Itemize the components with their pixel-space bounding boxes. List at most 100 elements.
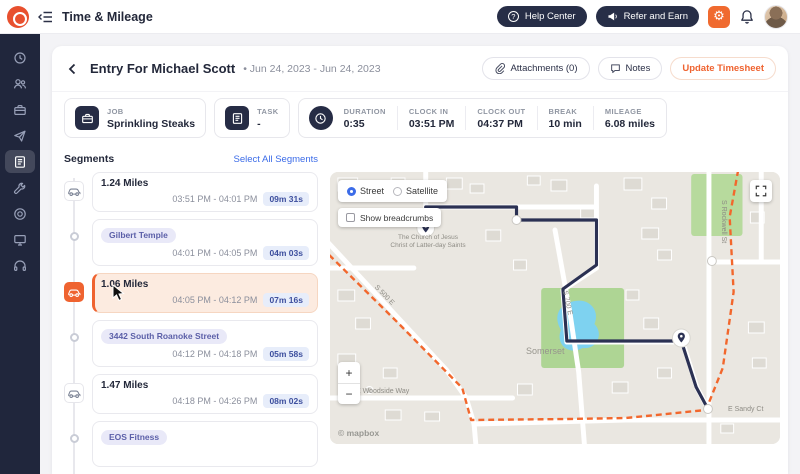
segment-card-drive-1[interactable]: 1.24 Miles 03:51 PM - 04:01 PM 09m 31s (92, 172, 318, 212)
segment-card-stop-1[interactable]: Gilbert Temple 04:01 PM - 04:05 PM 04m 0… (92, 219, 318, 266)
job-briefcase-icon (75, 106, 99, 130)
zoom-control: + − (338, 362, 360, 404)
sidebar-item-team[interactable] (5, 72, 35, 95)
update-timesheet-label: Update Timesheet (682, 63, 764, 74)
briefcase-icon (14, 104, 26, 115)
sidebar-item-support[interactable] (5, 254, 35, 277)
sidebar-item-time-mileage[interactable] (5, 150, 35, 173)
note-icon (610, 63, 621, 74)
zoom-in-button[interactable]: + (338, 362, 360, 383)
top-bar: Time & Mileage ? Help Center Refer and E… (0, 0, 800, 34)
content-row: 1.24 Miles 03:51 PM - 04:01 PM 09m 31s G… (64, 172, 780, 474)
segment-row: EOS Fitness (64, 421, 318, 467)
sidebar (0, 34, 40, 474)
route-node (511, 215, 522, 225)
task-label: TASK (257, 106, 279, 116)
settings-gear-button[interactable]: ⚙ (708, 5, 730, 28)
attachments-label: Attachments (0) (510, 63, 578, 74)
app-logo[interactable] (7, 5, 29, 28)
select-all-link[interactable]: Select All Segments (234, 154, 319, 165)
avatar[interactable] (764, 4, 788, 29)
sidebar-item-jobs[interactable] (5, 98, 35, 121)
sidebar-item-goals[interactable] (5, 202, 35, 225)
duration-badge: 07m 16s (263, 293, 309, 307)
layer-satellite-option[interactable]: Satellite (393, 186, 438, 196)
sidebar-item-devices[interactable] (5, 228, 35, 251)
location-pill: EOS Fitness (101, 429, 168, 445)
job-card: JOB Sprinkling Steaks (64, 98, 207, 138)
job-label: JOB (107, 106, 124, 116)
segment-row: 1.24 Miles 03:51 PM - 04:01 PM 09m 31s (64, 172, 318, 212)
zoom-out-button[interactable]: − (338, 383, 360, 404)
mapbox-attribution: © mapbox (338, 428, 380, 438)
show-breadcrumbs-toggle[interactable]: Show breadcrumbs (338, 208, 442, 227)
megaphone-icon (607, 11, 618, 22)
sidebar-item-announcements[interactable] (5, 124, 35, 147)
sidebar-item-time-clock[interactable] (5, 46, 35, 69)
target-icon (14, 207, 26, 220)
segment-time: 04:12 PM - 04:18 PM (172, 349, 258, 359)
attachments-button[interactable]: Attachments (0) (482, 57, 590, 80)
fullscreen-button[interactable] (750, 180, 772, 202)
segments-list: 1.24 Miles 03:51 PM - 04:01 PM 09m 31s G… (64, 172, 318, 474)
fullscreen-icon (755, 185, 767, 197)
duration-badge: 04m 03s (263, 246, 309, 260)
segment-card-stop-3[interactable]: EOS Fitness (92, 421, 318, 467)
page-header: Entry For Michael Scott • Jun 24, 2023 -… (52, 46, 788, 92)
summary-row: JOB Sprinkling Steaks TASK - DURATION 0:… (64, 98, 776, 138)
timesheet-icon (14, 155, 26, 168)
stat-clock-in: CLOCK IN 03:51 PM (408, 106, 455, 130)
paperclip-icon (494, 63, 506, 74)
app-title: Time & Mileage (62, 9, 153, 24)
map-layer-toggle: Street Satellite (338, 180, 448, 202)
segments-header: Segments Select All Segments (64, 153, 318, 165)
checkbox-icon (346, 213, 355, 222)
wrench-icon (14, 182, 26, 194)
stat-mileage: MILEAGE 6.08 miles (604, 106, 656, 130)
users-icon (14, 78, 26, 88)
main-panel: Entry For Michael Scott • Jun 24, 2023 -… (52, 46, 788, 474)
breadcrumbs-label: Show breadcrumbs (360, 212, 434, 223)
notes-label: Notes (625, 63, 651, 74)
refer-earn-button[interactable]: Refer and Earn (595, 6, 699, 27)
sidebar-toggle-icon[interactable] (38, 11, 53, 23)
stat-duration: DURATION 0:35 (343, 106, 386, 130)
task-card: TASK - (214, 98, 290, 138)
segment-row: 3442 South Roanoke Street 04:12 PM - 04:… (64, 320, 318, 367)
layer-street-option[interactable]: Street (347, 186, 384, 196)
stats-clock-icon (308, 106, 333, 130)
segment-time: 04:18 PM - 04:26 PM (172, 396, 258, 406)
segment-time: 04:01 PM - 04:05 PM (172, 248, 258, 258)
headset-icon (14, 259, 26, 271)
segment-card-drive-2-selected[interactable]: 1.06 Miles 04:05 PM - 04:12 PM 07m 16s (92, 273, 318, 313)
car-icon (64, 383, 84, 403)
gear-icon: ⚙ (713, 9, 725, 24)
car-icon-highlighted (64, 282, 84, 302)
segment-row: 1.06 Miles 04:05 PM - 04:12 PM 07m 16s (64, 273, 318, 313)
task-doc-icon (225, 106, 250, 130)
route-node (365, 386, 374, 394)
radio-selected-icon (347, 186, 356, 196)
page-title: Entry For Michael Scott (90, 61, 236, 76)
update-timesheet-button[interactable]: Update Timesheet (670, 57, 776, 80)
date-range: • Jun 24, 2023 - Jun 24, 2023 (243, 62, 381, 75)
map-canvas[interactable]: The Church of Jesus Christ of Latter-day… (330, 172, 780, 444)
notifications-bell-button[interactable] (739, 9, 755, 25)
segments-heading: Segments (64, 153, 115, 165)
sidebar-item-tools[interactable] (5, 176, 35, 199)
map-pin-end[interactable] (671, 328, 691, 348)
back-button[interactable] (64, 62, 82, 76)
job-value: Sprinkling Steaks (107, 117, 196, 130)
question-icon: ? (507, 11, 519, 22)
notes-button[interactable]: Notes (597, 57, 663, 80)
help-center-button[interactable]: ? Help Center (496, 6, 587, 27)
duration-badge: 05m 58s (263, 347, 309, 361)
stat-clock-out: CLOCK OUT 04:37 PM (477, 106, 526, 130)
segment-card-stop-2[interactable]: 3442 South Roanoke Street 04:12 PM - 04:… (92, 320, 318, 367)
segment-row: Gilbert Temple 04:01 PM - 04:05 PM 04m 0… (64, 219, 318, 266)
layer-satellite-label: Satellite (406, 186, 439, 196)
segment-card-drive-3[interactable]: 1.47 Miles 04:18 PM - 04:26 PM 08m 02s (92, 374, 318, 414)
car-icon (64, 181, 84, 201)
monitor-icon (14, 234, 26, 246)
stop-dot-icon (69, 434, 79, 443)
